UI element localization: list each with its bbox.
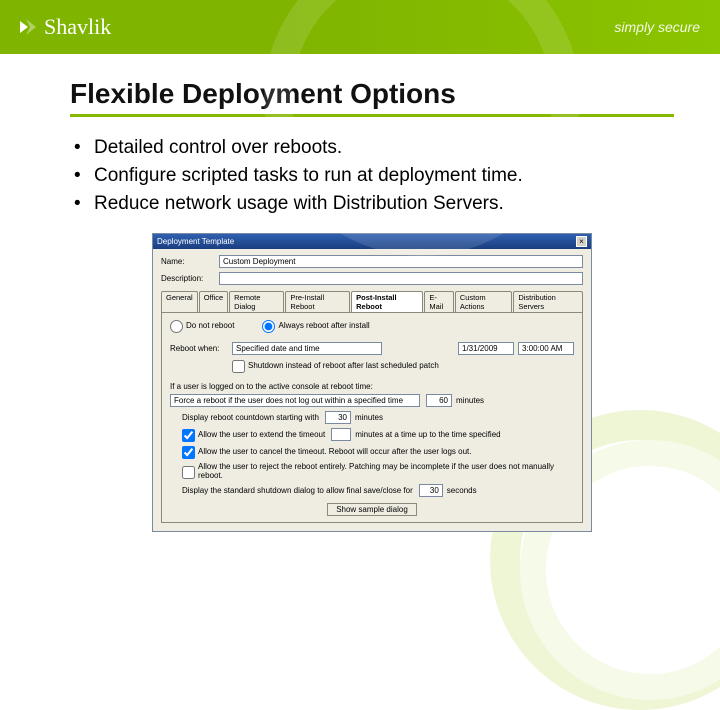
allow-reject-checkbox[interactable] [182,466,195,479]
logged-on-section-label: If a user is logged on to the active con… [170,382,574,391]
force-reboot-select[interactable]: Force a reboot if the user does not log … [170,394,420,407]
allow-cancel-label: Allow the user to cancel the timeout. Re… [198,447,471,456]
tab-general[interactable]: General [161,291,198,312]
tab-panel: Do not reboot Always reboot after instal… [161,313,583,523]
countdown-label: Display reboot countdown starting with [182,413,319,422]
allow-cancel-checkbox[interactable] [182,446,195,459]
name-label: Name: [161,257,219,266]
force-timeout-input[interactable]: 60 [426,394,452,407]
allow-reject-label: Allow the user to reject the reboot enti… [198,462,574,480]
reboot-when-label: Reboot when: [170,344,232,353]
brand-mark-icon [18,17,38,37]
always-reboot-label: Always reboot after install [278,321,369,330]
countdown-input[interactable]: 30 [325,411,351,424]
show-sample-button[interactable]: Show sample dialog [327,503,417,516]
brand-name: Shavlik [44,14,111,40]
extend-tail-label: minutes at a time up to the time specifi… [355,430,500,439]
list-item: Reduce network usage with Distribution S… [74,193,674,215]
reboot-time-input[interactable]: 3:00:00 AM [518,342,574,355]
deployment-template-dialog: Deployment Template × Name: Custom Deplo… [152,233,592,532]
name-input[interactable]: Custom Deployment [219,255,583,268]
allow-extend-label: Allow the user to extend the timeout [198,430,325,439]
reboot-date-input[interactable]: 1/31/2009 [458,342,514,355]
description-input[interactable] [219,272,583,285]
tab-office[interactable]: Office [199,291,228,312]
seconds-label: seconds [447,486,477,495]
tab-distribution-servers[interactable]: Distribution Servers [513,291,583,312]
close-icon[interactable]: × [576,236,587,247]
tab-pre-install-reboot[interactable]: Pre-Install Reboot [285,291,350,312]
extend-amount-input[interactable] [331,428,351,441]
tab-custom-actions[interactable]: Custom Actions [455,291,513,312]
std-dialog-label: Display the standard shutdown dialog to … [182,486,413,495]
dialog-tabs: General Office Remote Dialog Pre-Install… [161,291,583,313]
dialog-title-text: Deployment Template [157,237,234,246]
bullet-list: Detailed control over reboots. Configure… [74,137,674,215]
list-item: Detailed control over reboots. [74,137,674,159]
no-reboot-label: Do not reboot [186,321,234,330]
brand-header: Shavlik simply secure [0,0,720,54]
shutdown-instead-label: Shutdown instead of reboot after last sc… [248,361,439,370]
reboot-when-select[interactable]: Specified date and time [232,342,382,355]
minutes-label: minutes [456,396,484,405]
brand-tagline: simply secure [614,19,700,35]
minutes-label-2: minutes [355,413,383,422]
description-label: Description: [161,274,219,283]
tab-remote-dialog[interactable]: Remote Dialog [229,291,284,312]
brand-logo: Shavlik [18,14,111,40]
allow-extend-checkbox[interactable] [182,429,195,442]
std-dialog-seconds-input[interactable]: 30 [419,484,443,497]
tab-post-install-reboot[interactable]: Post-Install Reboot [351,291,423,312]
tab-email[interactable]: E-Mail [424,291,453,312]
list-item: Configure scripted tasks to run at deplo… [74,165,674,187]
shutdown-instead-checkbox[interactable] [232,360,245,373]
no-reboot-radio[interactable] [170,320,183,333]
always-reboot-radio[interactable] [262,320,275,333]
